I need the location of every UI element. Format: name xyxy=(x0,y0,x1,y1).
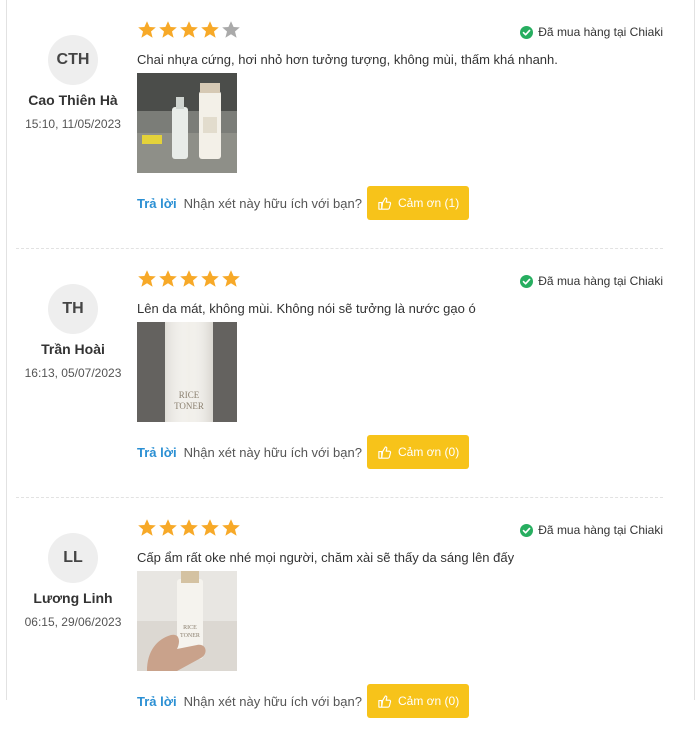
review-photo[interactable]: RICE TONER xyxy=(137,322,237,422)
thumbs-up-icon xyxy=(378,196,392,210)
thanks-button[interactable]: Cảm ơn (0) xyxy=(366,684,470,718)
review-photo[interactable] xyxy=(137,73,237,173)
review-actions: Trả lời Nhận xét này hữu ích với bạn? Cả… xyxy=(137,684,470,718)
reviewer-name: Cao Thiên Hà xyxy=(28,92,118,108)
reply-link[interactable]: Trả lời xyxy=(137,694,177,709)
star-filled-icon xyxy=(159,21,177,38)
hand-holding-toner-photo: RICE TONER xyxy=(137,571,237,671)
helpful-question: Nhận xét này hữu ích với bạn? xyxy=(183,444,362,460)
review-item: TH Trần Hoài 16:13, 05/07/2023 Đã mua hà… xyxy=(0,249,696,498)
thanks-label: Cảm ơn (0) xyxy=(397,445,460,459)
check-circle-icon xyxy=(520,274,534,288)
avatar: LL xyxy=(48,533,98,583)
star-filled-icon xyxy=(201,21,219,38)
thumbs-up-icon xyxy=(378,694,392,708)
verified-text: Đã mua hàng tại Chiaki xyxy=(538,25,663,39)
verified-purchase-badge: Đã mua hàng tại Chiaki xyxy=(520,523,663,537)
star-filled-icon xyxy=(180,21,198,38)
review-item: CTH Cao Thiên Hà 15:10, 11/05/2023 Đã mu… xyxy=(0,0,696,249)
star-filled-icon xyxy=(159,270,177,287)
svg-text:TONER: TONER xyxy=(174,401,204,411)
review-timestamp: 15:10, 11/05/2023 xyxy=(25,117,121,131)
star-rating xyxy=(137,269,242,291)
avatar: TH xyxy=(48,284,98,334)
review-timestamp: 06:15, 29/06/2023 xyxy=(24,615,122,629)
verified-text: Đã mua hàng tại Chiaki xyxy=(538,523,663,537)
star-filled-icon xyxy=(222,519,240,536)
helpful-question: Nhận xét này hữu ích với bạn? xyxy=(183,693,362,709)
reply-link[interactable]: Trả lời xyxy=(137,445,177,460)
review-timestamp: 16:13, 05/07/2023 xyxy=(24,366,122,380)
star-filled-icon xyxy=(201,519,219,536)
review-comment: Cấp ẩm rất oke nhé mọi người, chăm xài s… xyxy=(137,550,515,565)
rice-toner-photo: RICE TONER xyxy=(137,322,237,422)
reviewer-name: Trần Hoài xyxy=(41,341,105,357)
reviewer-name: Lương Linh xyxy=(33,590,113,606)
toner-bottles-photo xyxy=(137,73,237,173)
star-filled-icon xyxy=(201,270,219,287)
star-filled-icon xyxy=(222,270,240,287)
svg-text:RICE: RICE xyxy=(183,625,197,631)
star-filled-icon xyxy=(159,519,177,536)
review-actions: Trả lời Nhận xét này hữu ích với bạn? Cả… xyxy=(137,186,470,220)
thanks-label: Cảm ơn (1) xyxy=(397,196,460,210)
svg-text:RICE: RICE xyxy=(179,390,200,400)
review-comment: Chai nhựa cứng, hơi nhỏ hơn tưởng tượng,… xyxy=(137,52,558,67)
check-circle-icon xyxy=(520,523,534,537)
thanks-button[interactable]: Cảm ơn (1) xyxy=(366,186,470,220)
avatar: CTH xyxy=(48,35,98,85)
verified-purchase-badge: Đã mua hàng tại Chiaki xyxy=(520,274,663,288)
star-rating xyxy=(137,518,242,540)
thanks-button[interactable]: Cảm ơn (0) xyxy=(366,435,470,469)
reply-link[interactable]: Trả lời xyxy=(137,196,177,211)
star-empty-icon xyxy=(222,21,240,38)
thumbs-up-icon xyxy=(378,445,392,459)
star-filled-icon xyxy=(180,519,198,536)
review-comment: Lên da mát, không mùi. Không nói sẽ tưởn… xyxy=(137,301,476,316)
verified-text: Đã mua hàng tại Chiaki xyxy=(538,274,663,288)
review-item: LL Lương Linh 06:15, 29/06/2023 Đã mua h… xyxy=(0,498,696,747)
review-actions: Trả lời Nhận xét này hữu ích với bạn? Cả… xyxy=(137,435,470,469)
star-filled-icon xyxy=(138,21,156,38)
check-circle-icon xyxy=(520,25,534,39)
review-photo[interactable]: RICE TONER xyxy=(137,571,237,671)
helpful-question: Nhận xét này hữu ích với bạn? xyxy=(183,195,362,211)
verified-purchase-badge: Đã mua hàng tại Chiaki xyxy=(520,25,663,39)
star-rating xyxy=(137,20,242,42)
thanks-label: Cảm ơn (0) xyxy=(397,694,460,708)
svg-text:TONER: TONER xyxy=(180,633,200,639)
star-filled-icon xyxy=(138,270,156,287)
star-filled-icon xyxy=(180,270,198,287)
star-filled-icon xyxy=(138,519,156,536)
